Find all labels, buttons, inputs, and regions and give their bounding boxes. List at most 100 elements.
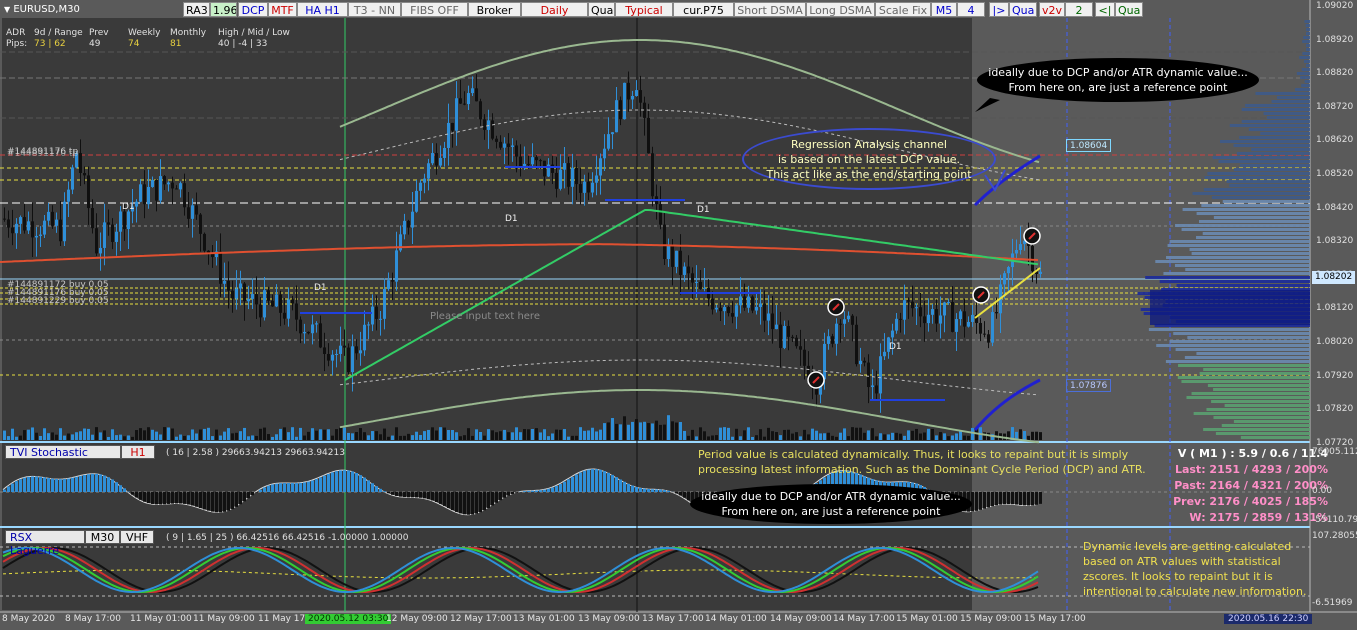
volume-bar (711, 435, 714, 440)
time-axis-label: 12 May 17:00 (450, 614, 512, 624)
stoch-bar (991, 492, 994, 507)
volume-bar (479, 432, 482, 440)
stats-w: W: 2175 / 2859 / 131% (1189, 511, 1328, 524)
candle-body (51, 211, 54, 226)
lower-channel-price-tag: 1.07876 (1066, 379, 1112, 392)
candle-body (763, 303, 766, 321)
toolbar-button-7[interactable]: Broker (468, 2, 521, 17)
tvi-stochastic-label[interactable]: TVI Stochastic (5, 445, 121, 459)
toolbar-button-13[interactable]: Long DSMA (806, 2, 875, 17)
toolbar-button-17[interactable]: |> (989, 2, 1009, 17)
volume-bar (475, 429, 478, 440)
stoch-bar (263, 487, 266, 492)
tvi-stochastic-timeframe[interactable]: H1 (121, 445, 155, 459)
volume-profile-bar (1226, 180, 1310, 183)
rsx-timeframe[interactable]: M30 (85, 530, 120, 544)
candle-body (615, 100, 618, 133)
toolbar-button-1[interactable]: 1.96 (210, 2, 237, 17)
toolbar-button-14[interactable]: Scale Fix (875, 2, 931, 17)
stoch-bar (211, 492, 214, 512)
time-axis-label: 14 May 01:00 (705, 614, 767, 624)
toolbar-button-0[interactable]: RA3 (183, 2, 210, 17)
volume-profile-bar (1184, 356, 1310, 359)
toolbar-button-20[interactable]: 2 (1065, 2, 1093, 17)
rsx-axis-bottom: -6.51969 (1312, 598, 1353, 608)
toolbar-button-18[interactable]: Qua (1009, 2, 1037, 17)
candle-body (879, 356, 882, 394)
toolbar-button-8[interactable]: Daily (521, 2, 588, 17)
candle-body (795, 337, 798, 347)
candle-body (143, 184, 146, 205)
toolbar-button-5[interactable]: T3 - NN (348, 2, 401, 17)
volume-profile-bar (1306, 64, 1310, 67)
volume-bar (791, 433, 794, 440)
rsx-vhf[interactable]: VHF (120, 530, 154, 544)
candle-body (527, 163, 530, 165)
candle-body (775, 324, 778, 330)
volume-profile-bar (1156, 344, 1310, 347)
rsx-laguerre-label[interactable]: RSX Laguerre (5, 530, 85, 557)
stoch-bar (307, 481, 310, 492)
volume-profile-bar (1165, 360, 1310, 363)
candle-body (931, 309, 934, 315)
volume-bar (927, 428, 930, 440)
volume-profile-bar (1296, 72, 1310, 75)
volume-bar (595, 431, 598, 440)
volume-bar (311, 428, 314, 440)
candle-body (87, 175, 90, 209)
stoch-bar (79, 475, 82, 492)
volume-bar (187, 435, 190, 440)
toolbar-button-11[interactable]: cur.P75 (673, 2, 734, 17)
toolbar-button-15[interactable]: M5 (931, 2, 957, 17)
toolbar-button-4[interactable]: HA H1 (297, 2, 348, 17)
toolbar-button-10[interactable]: Typical (615, 2, 673, 17)
stoch-bar (575, 474, 578, 492)
volume-bar (31, 427, 34, 440)
volume-bar (415, 431, 418, 440)
d1-label: D1 (314, 283, 327, 293)
toolbar-button-16[interactable]: 4 (957, 2, 985, 17)
candle-body (331, 354, 334, 361)
price-axis-label: 1.08620 (1316, 135, 1354, 146)
candle-body (499, 141, 502, 148)
candle-body (339, 345, 342, 354)
volume-bar (671, 421, 674, 440)
toolbar-button-22[interactable]: Qua (1115, 2, 1143, 17)
stoch-bar (279, 483, 282, 492)
toolbar-button-19[interactable]: v2v (1039, 2, 1065, 17)
candle-body (203, 233, 206, 251)
toolbar-button-6[interactable]: FIBS OFF (401, 2, 468, 17)
candle-body (247, 298, 250, 302)
toolbar-button-2[interactable]: DCP (238, 2, 268, 17)
volume-bar (851, 427, 854, 440)
toolbar-button-3[interactable]: MTF (268, 2, 297, 17)
volume-bar (515, 427, 518, 440)
stoch-bar (447, 492, 450, 509)
stoch-bar (51, 478, 54, 492)
candle-body (751, 296, 754, 311)
candle-body (571, 167, 574, 187)
toolbar-button-21[interactable]: <| (1095, 2, 1115, 17)
stoch-bar (55, 479, 58, 492)
volume-bar (507, 432, 510, 440)
candle-body (907, 300, 910, 302)
stoch-bar (515, 492, 518, 493)
volume-bar (207, 427, 210, 440)
candle-body (603, 148, 606, 159)
stoch-bar (411, 492, 414, 498)
stoch-bar (259, 489, 262, 492)
time-axis-label: 15 May 01:00 (896, 614, 958, 624)
time-axis-label: 13 May 01:00 (513, 614, 575, 624)
volume-bar (495, 432, 498, 440)
candle-body (219, 251, 222, 284)
candle-body (11, 227, 14, 234)
volume-bar (783, 429, 786, 440)
candle-body (395, 250, 398, 282)
price-axis-label: 1.08720 (1316, 101, 1354, 112)
candle-body (351, 346, 354, 373)
volume-bar (183, 435, 186, 440)
symbol-label: ▼ EURUSD,M30 (4, 4, 80, 15)
candle-body (147, 186, 150, 205)
toolbar-button-9[interactable]: Qua (588, 2, 615, 17)
toolbar-button-12[interactable]: Short DSMA (734, 2, 806, 17)
